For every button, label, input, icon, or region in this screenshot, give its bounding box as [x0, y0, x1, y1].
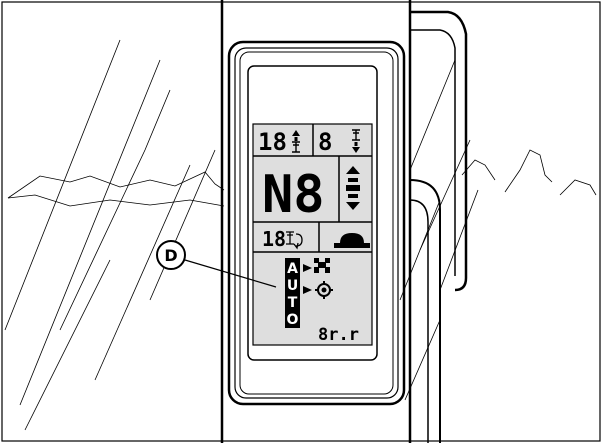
- auto-letter-u: U: [287, 278, 298, 294]
- current-gear-readout: N8: [262, 165, 325, 225]
- auto-letter-a: A: [287, 261, 298, 277]
- travel-direction-icon: [346, 166, 360, 210]
- pto-speed-readout: 18: [262, 227, 286, 251]
- dashboard-illustration: 18 8 N8 18 A U T O 8r.r D: [0, 0, 602, 443]
- auto-indicator: A U T O: [285, 258, 300, 328]
- auto-letter-o: O: [287, 312, 299, 328]
- illustration-canvas: 18 8 N8 18 A U T O 8r.r D: [1, 0, 601, 443]
- bottom-status-readout: 8r.r: [318, 325, 359, 345]
- upshift-gear-readout: 18: [258, 128, 287, 156]
- downshift-gear-readout: 8: [318, 128, 332, 156]
- callout-d-label: D: [164, 246, 177, 265]
- auto-letter-t: T: [288, 295, 298, 311]
